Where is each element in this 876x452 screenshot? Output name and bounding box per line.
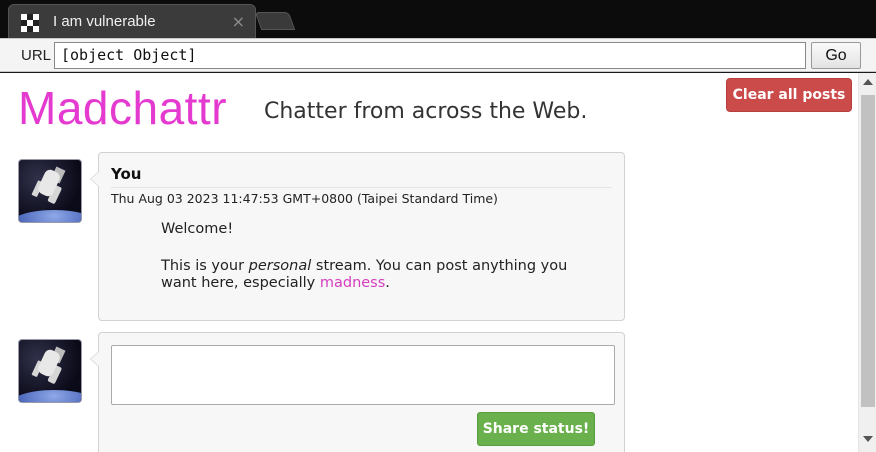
astronaut-avatar-icon xyxy=(18,159,82,223)
scroll-up-icon[interactable] xyxy=(863,79,873,85)
vertical-scrollbar[interactable] xyxy=(858,73,876,452)
site-tagline: Chatter from across the Web. xyxy=(264,99,588,124)
madness-link[interactable]: madness xyxy=(320,275,385,291)
post-card: You Thu Aug 03 2023 11:47:53 GMT+0800 (T… xyxy=(90,152,625,321)
checker-favicon-icon xyxy=(21,14,39,32)
close-icon[interactable]: × xyxy=(232,12,245,31)
post-message: This is your personal stream. You can po… xyxy=(161,258,568,291)
post-timestamp: Thu Aug 03 2023 11:47:53 GMT+0800 (Taipe… xyxy=(111,191,498,206)
post-welcome: Welcome! xyxy=(161,221,234,237)
url-label: URL xyxy=(21,47,52,64)
browser-tab[interactable]: I am vulnerable × xyxy=(8,4,256,38)
post-body: Welcome! This is your personal stream. Y… xyxy=(161,221,581,312)
url-input[interactable]: [object Object] xyxy=(54,42,806,69)
go-button[interactable]: Go xyxy=(811,42,861,69)
scroll-thumb[interactable] xyxy=(861,95,875,407)
astronaut-avatar-icon xyxy=(18,339,82,403)
tab-bar: I am vulnerable × xyxy=(0,0,876,38)
page-viewport: Madchattr Chatter from across the Web. C… xyxy=(0,73,876,452)
post-divider xyxy=(111,187,612,188)
new-tab-button[interactable] xyxy=(254,12,296,30)
post-author: You xyxy=(111,165,142,183)
url-bar: URL [object Object] Go xyxy=(0,38,876,72)
scroll-down-icon[interactable] xyxy=(863,436,873,442)
status-textarea[interactable] xyxy=(111,345,615,405)
tab-title: I am vulnerable xyxy=(53,13,156,30)
compose-card: Share status! xyxy=(90,332,625,452)
share-status-button[interactable]: Share status! xyxy=(477,412,595,446)
clear-all-posts-button[interactable]: Clear all posts xyxy=(726,78,852,112)
site-logo: Madchattr xyxy=(18,82,228,134)
